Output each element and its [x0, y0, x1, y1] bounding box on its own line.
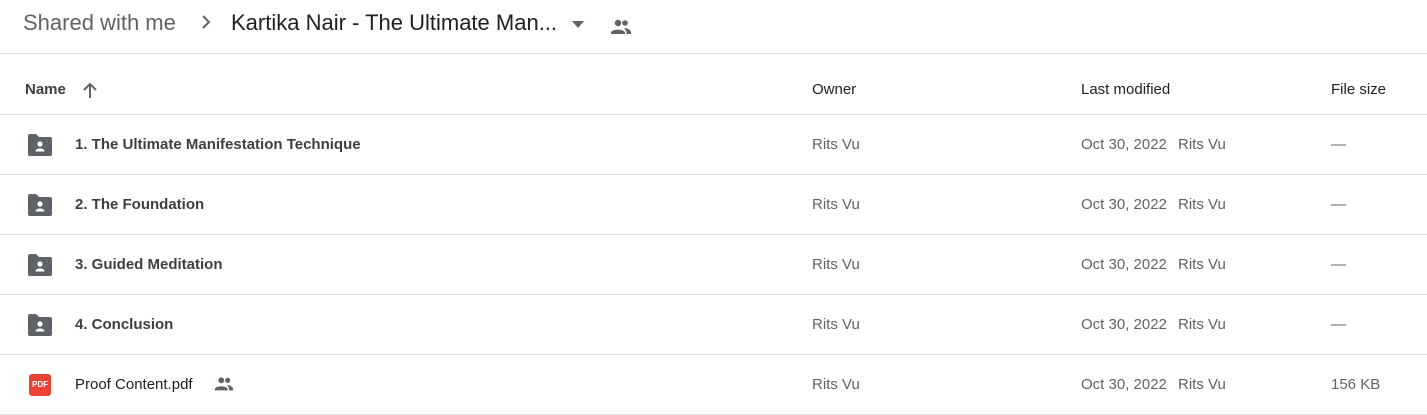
shared-folder-icon — [28, 314, 52, 336]
breadcrumb-current-folder[interactable]: Kartika Nair - The Ultimate Man... — [231, 10, 557, 36]
file-row[interactable]: 2. The Foundation Rits Vu Oct 30, 2022 R… — [0, 175, 1427, 235]
file-modified-date: Oct 30, 2022 — [1081, 316, 1167, 333]
column-header-owner[interactable]: Owner — [812, 81, 856, 98]
column-header-file-size[interactable]: File size — [1331, 81, 1386, 98]
shared-people-icon[interactable] — [609, 15, 633, 39]
column-header-name[interactable]: Name — [25, 81, 66, 98]
file-size: — — [1331, 136, 1346, 153]
file-row[interactable]: 1. The Ultimate Manifestation Technique … — [0, 115, 1427, 175]
file-modified-date: Oct 30, 2022 — [1081, 196, 1167, 213]
file-modified-by: Rits Vu — [1178, 256, 1226, 273]
file-modified-by: Rits Vu — [1178, 316, 1226, 333]
column-header-last-modified[interactable]: Last modified — [1081, 81, 1170, 98]
arrow-up-icon[interactable] — [80, 81, 100, 101]
file-name[interactable]: Proof Content.pdf — [75, 376, 193, 393]
file-modified-date: Oct 30, 2022 — [1081, 256, 1167, 273]
column-header-row: Name Owner Last modified File size — [0, 55, 1427, 115]
file-row[interactable]: 3. Guided Meditation Rits Vu Oct 30, 202… — [0, 235, 1427, 295]
file-owner: Rits Vu — [812, 136, 860, 153]
caret-down-icon[interactable] — [570, 18, 586, 30]
file-name[interactable]: 1. The Ultimate Manifestation Technique — [75, 136, 361, 153]
file-name[interactable]: 3. Guided Meditation — [75, 256, 223, 273]
chevron-right-icon — [202, 15, 211, 29]
file-modified-date: Oct 30, 2022 — [1081, 376, 1167, 393]
shared-folder-icon — [28, 254, 52, 276]
file-name[interactable]: 4. Conclusion — [75, 316, 173, 333]
breadcrumb-shared-with-me[interactable]: Shared with me — [23, 10, 176, 36]
file-row[interactable]: 4. Conclusion Rits Vu Oct 30, 2022 Rits … — [0, 295, 1427, 355]
file-size: — — [1331, 196, 1346, 213]
file-modified-date: Oct 30, 2022 — [1081, 136, 1167, 153]
shared-people-icon — [214, 377, 234, 391]
file-owner: Rits Vu — [812, 256, 860, 273]
file-owner: Rits Vu — [812, 316, 860, 333]
file-modified-by: Rits Vu — [1178, 136, 1226, 153]
file-size: — — [1331, 256, 1346, 273]
file-size: — — [1331, 316, 1346, 333]
file-size: 156 KB — [1331, 376, 1381, 393]
shared-folder-icon — [28, 134, 52, 156]
pdf-icon: PDF — [29, 374, 51, 396]
breadcrumb: Shared with me Kartika Nair - The Ultima… — [0, 0, 1427, 54]
file-owner: Rits Vu — [812, 196, 860, 213]
file-name[interactable]: 2. The Foundation — [75, 196, 204, 213]
file-modified-by: Rits Vu — [1178, 196, 1226, 213]
shared-folder-icon — [28, 194, 52, 216]
file-modified-by: Rits Vu — [1178, 376, 1226, 393]
file-row[interactable]: PDF Proof Content.pdf Rits Vu Oct 30, 20… — [0, 355, 1427, 415]
file-owner: Rits Vu — [812, 376, 860, 393]
